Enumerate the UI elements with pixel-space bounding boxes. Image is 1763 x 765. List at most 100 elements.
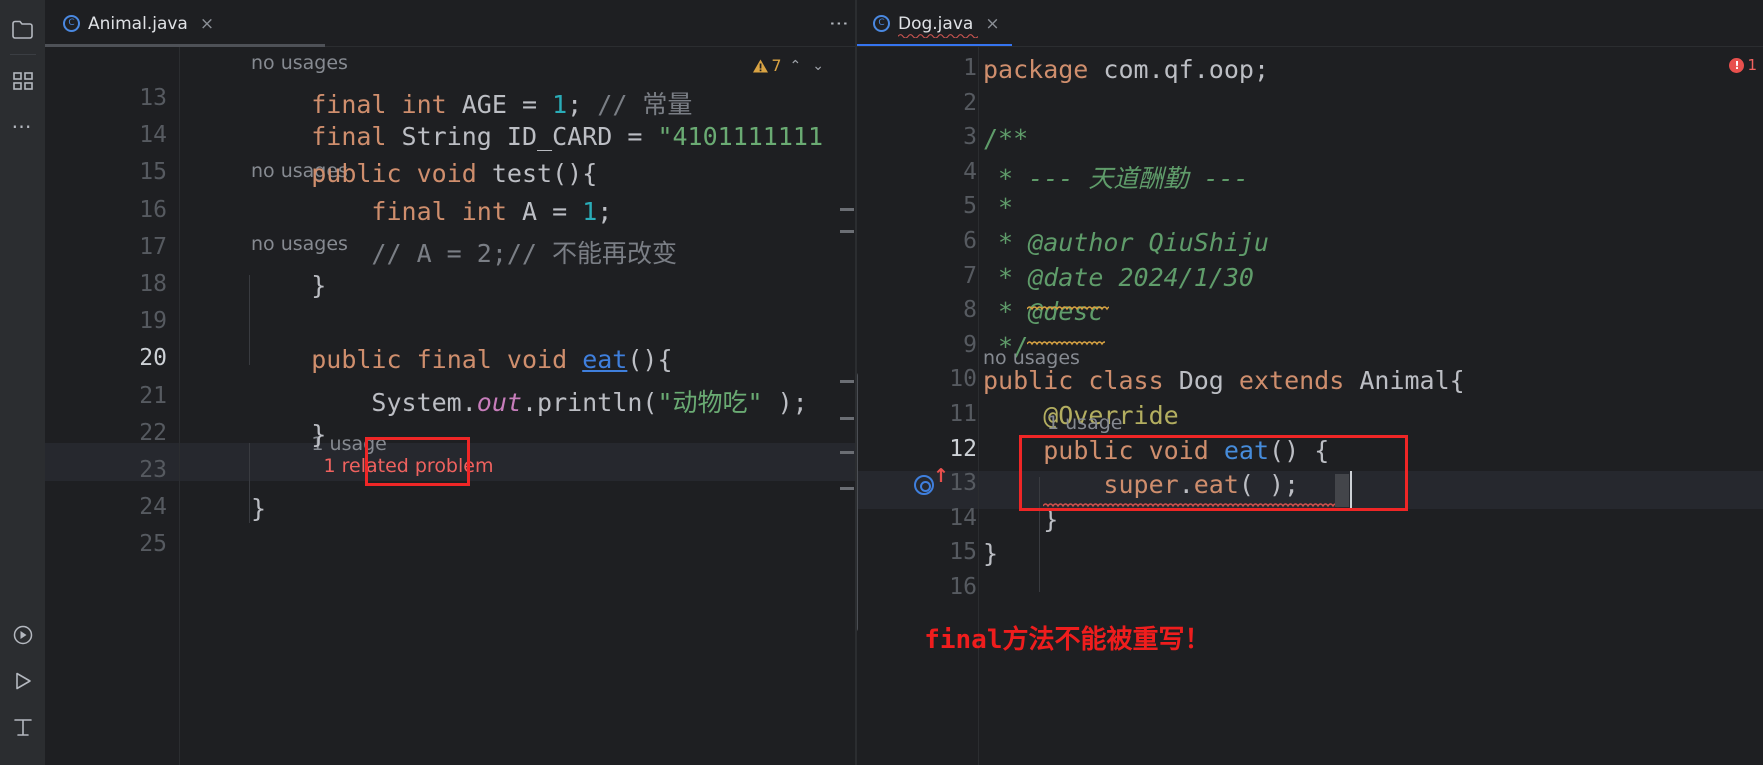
code-token: final [371, 196, 447, 226]
code-line[interactable]: /** [983, 124, 1028, 153]
line-number[interactable]: 1 [963, 55, 977, 81]
code-token: 1 [582, 196, 598, 226]
line-number[interactable]: 17 [139, 234, 167, 260]
line-number[interactable]: 13 [949, 470, 977, 496]
overriding-method-marker-icon[interactable] [914, 475, 934, 495]
structure-icon[interactable] [3, 61, 43, 101]
code-token: Animal [1359, 366, 1450, 396]
code-line[interactable]: } [983, 539, 998, 568]
code-line[interactable]: final int AGE = 1; // 常量 [251, 85, 692, 121]
line-number[interactable]: 15 [949, 539, 977, 565]
inlay-hint-no-usages[interactable]: no usages [251, 52, 348, 74]
code-token: /** [983, 124, 1029, 154]
line-number[interactable]: 5 [963, 193, 977, 219]
line-number[interactable]: 15 [139, 159, 167, 185]
fold-marker[interactable] [840, 208, 854, 211]
editor-scroll-thumb[interactable] [857, 372, 858, 632]
code-token: * [983, 228, 1029, 257]
line-number[interactable]: 18 [139, 271, 167, 297]
code-line[interactable]: public class Dog extends Animal{ [983, 366, 1465, 395]
line-number[interactable]: 7 [963, 263, 977, 289]
code-token: { [1449, 366, 1465, 396]
code-token: void [416, 159, 477, 189]
error-squiggle [1027, 306, 1109, 311]
more-tool-windows-icon[interactable]: … [3, 101, 43, 141]
code-line[interactable]: final int A = 1; [251, 197, 612, 226]
code-token: * [983, 193, 1014, 223]
line-number[interactable]: 19 [139, 308, 167, 334]
code-line[interactable]: public void test(){ [251, 159, 597, 188]
line-number[interactable]: 2 [963, 90, 977, 116]
code-line[interactable]: System.out.println("动物吃" ); [251, 383, 807, 419]
line-number[interactable]: 22 [139, 420, 167, 446]
code-line[interactable]: * @author QiuShiju [983, 228, 1269, 257]
code-line[interactable]: // A = 2;// 不能再改变 [251, 234, 677, 270]
code-token: "动物吃" [657, 387, 763, 417]
fold-marker[interactable] [840, 487, 854, 490]
project-folder-icon[interactable] [3, 10, 43, 50]
line-number[interactable]: 10 [949, 366, 977, 392]
code-line[interactable]: * @date 2024/1/30 [983, 263, 1254, 292]
tab-animal-java[interactable]: C Animal.java × [45, 0, 226, 47]
code-line[interactable]: public final void eat(){ [251, 345, 673, 375]
line-number[interactable]: 21 [139, 383, 167, 409]
inlay-hint-usages[interactable]: 1 usage [1047, 412, 1122, 434]
code-token: = [552, 196, 568, 226]
code-line[interactable]: * @desc [983, 297, 1103, 326]
line-number[interactable]: 13 [139, 85, 167, 111]
editor-options-icon[interactable]: ⋮ [820, 0, 857, 47]
code-line[interactable]: * --- 天道酬勤 --- [983, 159, 1249, 195]
code-line[interactable]: } [251, 271, 326, 300]
close-icon[interactable]: × [981, 14, 999, 34]
line-number[interactable]: 8 [963, 297, 977, 323]
code-token: AGE [446, 90, 522, 119]
code-token: (){ [552, 159, 598, 189]
line-number[interactable]: 14 [949, 505, 977, 531]
terminal-icon[interactable] [3, 707, 43, 747]
line-number[interactable]: 6 [963, 228, 977, 254]
code-token: = [521, 90, 538, 119]
fold-marker[interactable] [840, 451, 854, 454]
spellcheck-squiggle [898, 33, 978, 38]
line-number[interactable]: 25 [139, 531, 167, 557]
code-token: extends [1238, 366, 1345, 396]
code-token: } [251, 494, 267, 524]
fold-marker[interactable] [840, 380, 854, 383]
inlay-hint-usages[interactable]: no usages [983, 347, 1080, 369]
line-number[interactable]: 24 [139, 494, 167, 520]
line-number[interactable]: 23 [139, 457, 167, 483]
code-line[interactable]: package com.qf.oop; [983, 55, 1269, 84]
close-icon[interactable]: × [196, 14, 214, 34]
line-number[interactable]: 14 [139, 122, 167, 148]
fold-marker[interactable] [840, 230, 854, 233]
line-number[interactable]: 20 [139, 345, 167, 371]
line-number[interactable]: 16 [139, 197, 167, 223]
fold-marker[interactable] [840, 417, 854, 420]
line-number[interactable]: 9 [963, 332, 977, 358]
code-token: public [983, 366, 1074, 396]
line-number[interactable]: 3 [963, 124, 977, 150]
code-line[interactable]: } [251, 420, 326, 449]
code-token: } [983, 539, 999, 569]
tab-dog-java[interactable]: C Dog.java × [857, 0, 1012, 47]
code-line[interactable]: final String ID_CARD = "4101111111 [251, 122, 823, 151]
line-number[interactable]: 11 [949, 401, 977, 427]
run-debug-icon[interactable] [3, 615, 43, 655]
code-token: test [491, 159, 553, 189]
code-token: (){ [627, 345, 673, 375]
code-line[interactable]: * [983, 193, 1013, 222]
line-number[interactable]: 4 [963, 159, 977, 185]
code-token: @desc [1028, 297, 1104, 327]
code-token: } [251, 271, 327, 300]
code-line[interactable]: } [251, 494, 266, 523]
code-token: A [506, 196, 553, 226]
run-play-icon[interactable] [3, 661, 43, 701]
code-token: ; [597, 196, 613, 226]
line-number[interactable]: 12 [949, 436, 977, 462]
code-token: final [311, 90, 387, 119]
